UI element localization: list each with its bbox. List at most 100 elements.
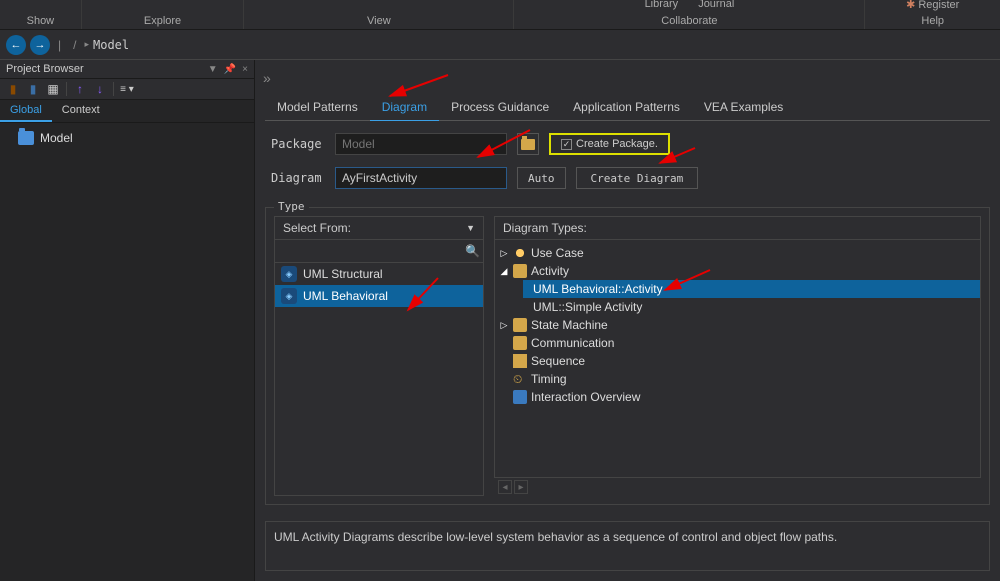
panel-menu-icon[interactable]: ▼ <box>208 64 218 75</box>
ribbon-sub-journal[interactable]: Journal <box>698 0 734 10</box>
sequence-icon <box>513 354 527 368</box>
communication-icon <box>513 336 527 350</box>
list-item-uml-structural[interactable]: ◈ UML Structural <box>275 263 483 285</box>
dtree-use-case[interactable]: ▷ Use Case <box>495 244 980 262</box>
create-package-checkbox-wrap[interactable]: ✓ Create Package. <box>549 133 670 155</box>
scroll-right-icon[interactable]: ▸ <box>514 480 528 494</box>
panel-title: Project Browser <box>6 63 84 75</box>
browser-toolbar: ▮ ▮ ▦ ↑ ↓ ≡ ▾ <box>0 79 254 100</box>
package-input[interactable] <box>335 133 507 155</box>
ribbon-sub-library[interactable]: Library <box>645 0 679 10</box>
select-from-list: ◈ UML Structural ◈ UML Behavioral <box>274 263 484 496</box>
dtree-uml-behavioral-activity[interactable]: UML Behavioral::Activity <box>523 280 980 298</box>
interaction-icon <box>513 390 527 404</box>
timing-icon <box>513 372 527 386</box>
dtree-uml-simple-activity[interactable]: UML::Simple Activity <box>523 298 980 316</box>
ribbon-group-view[interactable]: View <box>244 0 514 29</box>
folder-icon <box>521 139 535 150</box>
ribbon-group-show[interactable]: Show <box>0 0 82 29</box>
panel-close-icon[interactable]: × <box>242 64 248 75</box>
save-icon[interactable]: ▮ <box>26 82 40 96</box>
ribbon-label: Collaborate <box>661 15 717 27</box>
dtree-sequence[interactable]: Sequence <box>495 352 980 370</box>
tree-item-model[interactable]: Model <box>0 129 254 147</box>
ribbon-group-help[interactable]: ✱ Register Help <box>865 0 1000 29</box>
tab-context[interactable]: Context <box>52 100 110 122</box>
type-fieldset: Type Select From: ▼ 🔍 ◈ UML Structural <box>265 207 990 505</box>
expand-button[interactable]: » <box>255 68 1000 88</box>
chevron-right-icon: ▸ <box>84 39 89 50</box>
content-tabs: Model Patterns Diagram Process Guidance … <box>265 94 990 121</box>
search-icon[interactable]: 🔍 <box>465 244 479 258</box>
tab-model-patterns[interactable]: Model Patterns <box>265 94 370 120</box>
list-item-uml-behavioral[interactable]: ◈ UML Behavioral <box>275 285 483 307</box>
expand-icon[interactable]: ▷ <box>499 248 509 259</box>
select-from-column: Select From: ▼ 🔍 ◈ UML Structural ◈ <box>274 216 484 496</box>
nav-forward-button[interactable]: → <box>30 35 50 55</box>
tree-item-label: Model <box>40 131 73 145</box>
uml-icon: ◈ <box>281 266 297 282</box>
package-label: Package <box>271 137 325 151</box>
tab-process-guidance[interactable]: Process Guidance <box>439 94 561 120</box>
tab-global[interactable]: Global <box>0 100 52 122</box>
dtree-label: Communication <box>531 336 614 350</box>
diagram-types-label: Diagram Types: <box>503 221 587 235</box>
select-from-dropdown[interactable]: Select From: ▼ <box>274 216 484 240</box>
dtree-state-machine[interactable]: ▷ State Machine <box>495 316 980 334</box>
diagram-types-list: ▷ Use Case ◢ Activity U <box>494 240 981 478</box>
panel-pin-icon[interactable]: 📌 <box>224 64 236 75</box>
dtree-label: UML Behavioral::Activity <box>533 282 663 296</box>
tab-diagram[interactable]: Diagram <box>370 94 439 121</box>
dtree-label: Activity <box>531 264 569 278</box>
diagram-form: Package ✓ Create Package. Diagram Auto C… <box>255 121 1000 207</box>
ribbon-group-collaborate[interactable]: Library Journal Collaborate <box>514 0 865 29</box>
use-case-icon <box>513 246 527 260</box>
description-box: UML Activity Diagrams describe low-level… <box>265 521 990 571</box>
ribbon-group-explore[interactable]: Explore <box>82 0 245 29</box>
expand-icon[interactable]: ▷ <box>499 320 509 331</box>
dtree-communication[interactable]: Communication <box>495 334 980 352</box>
uml-icon: ◈ <box>281 288 297 304</box>
checkbox-icon[interactable]: ✓ <box>561 139 572 150</box>
type-legend: Type <box>274 200 309 213</box>
dtree-timing[interactable]: Timing <box>495 370 980 388</box>
hamburger-icon[interactable]: ≡ ▾ <box>120 82 134 96</box>
move-down-icon[interactable]: ↓ <box>93 82 107 96</box>
toolbar-separator <box>66 82 67 96</box>
browse-package-button[interactable] <box>517 133 539 155</box>
project-tree: Model <box>0 123 254 581</box>
select-from-label: Select From: <box>283 221 351 235</box>
dtree-interaction-overview[interactable]: Interaction Overview <box>495 388 980 406</box>
collapse-icon[interactable]: ◢ <box>499 266 509 277</box>
ribbon-sub-register[interactable]: ✱ Register <box>906 0 959 11</box>
dtree-label: Timing <box>531 372 567 386</box>
description-text: UML Activity Diagrams describe low-level… <box>274 530 837 544</box>
tab-application-patterns[interactable]: Application Patterns <box>561 94 692 120</box>
dtree-label: Sequence <box>531 354 585 368</box>
model-folder-icon <box>18 131 34 145</box>
state-machine-icon <box>513 318 527 332</box>
diagram-types-column: Diagram Types: ▷ Use Case ◢ <box>494 216 981 496</box>
dtree-activity[interactable]: ◢ Activity <box>495 262 980 280</box>
list-item-label: UML Behavioral <box>303 289 388 303</box>
nav-back-button[interactable]: ← <box>6 35 26 55</box>
list-item-label: UML Structural <box>303 267 383 281</box>
scroll-left-icon[interactable]: ◂ <box>498 480 512 494</box>
toolbar-separator <box>113 82 114 96</box>
auto-button[interactable]: Auto <box>517 167 566 189</box>
browser-tabs: Global Context <box>0 100 254 123</box>
create-diagram-button[interactable]: Create Diagram <box>576 167 699 189</box>
move-up-icon[interactable]: ↑ <box>73 82 87 96</box>
chevron-down-icon: ▼ <box>466 223 475 233</box>
search-row: 🔍 <box>274 240 484 263</box>
project-browser-panel: Project Browser ▼ 📌 × ▮ ▮ ▦ ↑ ↓ ≡ ▾ Glob… <box>0 60 255 581</box>
main-content: » Model Patterns Diagram Process Guidanc… <box>255 60 1000 581</box>
breadcrumb-separator: | <box>58 38 61 52</box>
create-package-label: Create Package. <box>576 138 658 150</box>
tab-vea-examples[interactable]: VEA Examples <box>692 94 795 120</box>
new-file-icon[interactable]: ▮ <box>6 82 20 96</box>
breadcrumb-model[interactable]: Model <box>93 38 129 52</box>
diagram-name-input[interactable] <box>335 167 507 189</box>
scroll-controls: ◂ ▸ <box>494 478 981 496</box>
grid-icon[interactable]: ▦ <box>46 82 60 96</box>
